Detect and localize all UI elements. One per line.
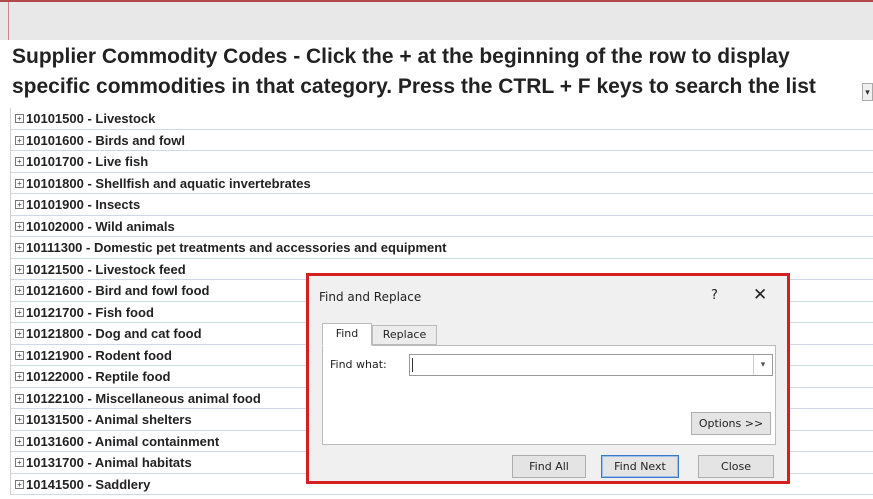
expand-icon[interactable]: +: [15, 135, 24, 145]
filter-dropdown-icon[interactable]: ▾: [862, 83, 873, 101]
find-panel: Find what: ▾ Options >>: [322, 345, 776, 445]
chevron-down-icon[interactable]: ▾: [753, 355, 772, 375]
list-item-label: 10102000 - Wild animals: [26, 218, 175, 234]
expand-icon[interactable]: +: [15, 286, 24, 296]
expand-icon[interactable]: +: [15, 350, 24, 360]
tab-find[interactable]: Find: [322, 323, 372, 346]
close-button[interactable]: Close: [698, 455, 774, 478]
heading-line-1: Supplier Commodity Codes - Click the + a…: [12, 45, 790, 68]
page-heading: Supplier Commodity Codes - Click the + a…: [12, 42, 870, 102]
list-item-label: 10101700 - Live fish: [26, 154, 149, 169]
expand-icon[interactable]: +: [15, 243, 24, 253]
close-icon[interactable]: ✕: [753, 285, 767, 305]
find-next-label: Find Next: [614, 460, 666, 473]
list-item-label: 10131700 - Animal habitats: [26, 455, 192, 470]
expand-icon[interactable]: +: [15, 329, 24, 339]
expand-icon[interactable]: +: [15, 372, 24, 382]
sheet-header-band: [0, 0, 873, 40]
heading-line-2: specific commodities in that category. P…: [12, 75, 816, 98]
list-item-label: 10122000 - Reptile food: [26, 369, 171, 384]
list-item-label: 10131500 - Animal shelters: [26, 412, 192, 427]
list-item-label: 10101600 - Birds and fowl: [26, 132, 185, 148]
list-item[interactable]: +10101700 - Live fish: [11, 151, 873, 173]
help-icon[interactable]: ?: [711, 288, 718, 303]
expand-icon[interactable]: +: [15, 458, 24, 468]
options-button-label: Options >>: [698, 417, 764, 430]
list-item-label: 10122100 - Miscellaneous animal food: [26, 390, 261, 406]
expand-icon[interactable]: +: [15, 307, 24, 317]
find-all-button[interactable]: Find All: [512, 455, 586, 478]
tab-find-label: Find: [335, 327, 359, 340]
find-what-label: Find what:: [330, 358, 387, 371]
options-button[interactable]: Options >>: [691, 412, 771, 435]
find-next-button[interactable]: Find Next: [601, 455, 679, 478]
list-item[interactable]: +10111300 - Domestic pet treatments and …: [11, 237, 873, 259]
expand-icon[interactable]: +: [15, 114, 24, 124]
expand-icon[interactable]: +: [15, 221, 24, 231]
find-replace-dialog: Find and Replace ? ✕ Find Replace Find w…: [306, 273, 790, 484]
list-item-label: 10121600 - Bird and fowl food: [26, 283, 210, 298]
expand-icon[interactable]: +: [15, 157, 24, 167]
list-item[interactable]: +10102000 - Wild animals: [11, 216, 873, 237]
text-caret: [412, 358, 413, 372]
expand-icon[interactable]: +: [15, 479, 24, 489]
list-item-label: 10131600 - Animal containment: [26, 433, 220, 449]
expand-icon[interactable]: +: [15, 264, 24, 274]
list-item-label: 10121900 - Rodent food: [26, 347, 172, 363]
list-item-label: 10101500 - Livestock: [26, 111, 156, 126]
list-item[interactable]: +10101900 - Insects: [11, 194, 873, 216]
list-item-label: 10101800 - Shellfish and aquatic inverte…: [26, 175, 311, 191]
tab-replace[interactable]: Replace: [372, 325, 437, 345]
list-item-label: 10101900 - Insects: [26, 197, 141, 212]
dialog-title: Find and Replace: [319, 290, 422, 304]
find-what-input[interactable]: ▾: [409, 354, 773, 376]
tab-replace-label: Replace: [382, 328, 427, 341]
find-all-label: Find All: [529, 460, 569, 473]
expand-icon[interactable]: +: [15, 415, 24, 425]
list-item-label: 10111300 - Domestic pet treatments and a…: [26, 240, 447, 255]
expand-icon[interactable]: +: [15, 200, 24, 210]
list-item-label: 10121800 - Dog and cat food: [26, 326, 202, 341]
expand-icon[interactable]: +: [15, 393, 24, 403]
list-item[interactable]: +10101800 - Shellfish and aquatic invert…: [11, 173, 873, 194]
list-item-label: 10121700 - Fish food: [26, 304, 154, 320]
list-item-label: 10141500 - Saddlery: [26, 476, 151, 492]
expand-icon[interactable]: +: [15, 178, 24, 188]
expand-icon[interactable]: +: [15, 436, 24, 446]
list-item[interactable]: +10101600 - Birds and fowl: [11, 130, 873, 151]
close-button-label: Close: [721, 460, 751, 473]
list-item-label: 10121500 - Livestock feed: [26, 261, 186, 277]
list-item[interactable]: +10101500 - Livestock: [11, 108, 873, 130]
